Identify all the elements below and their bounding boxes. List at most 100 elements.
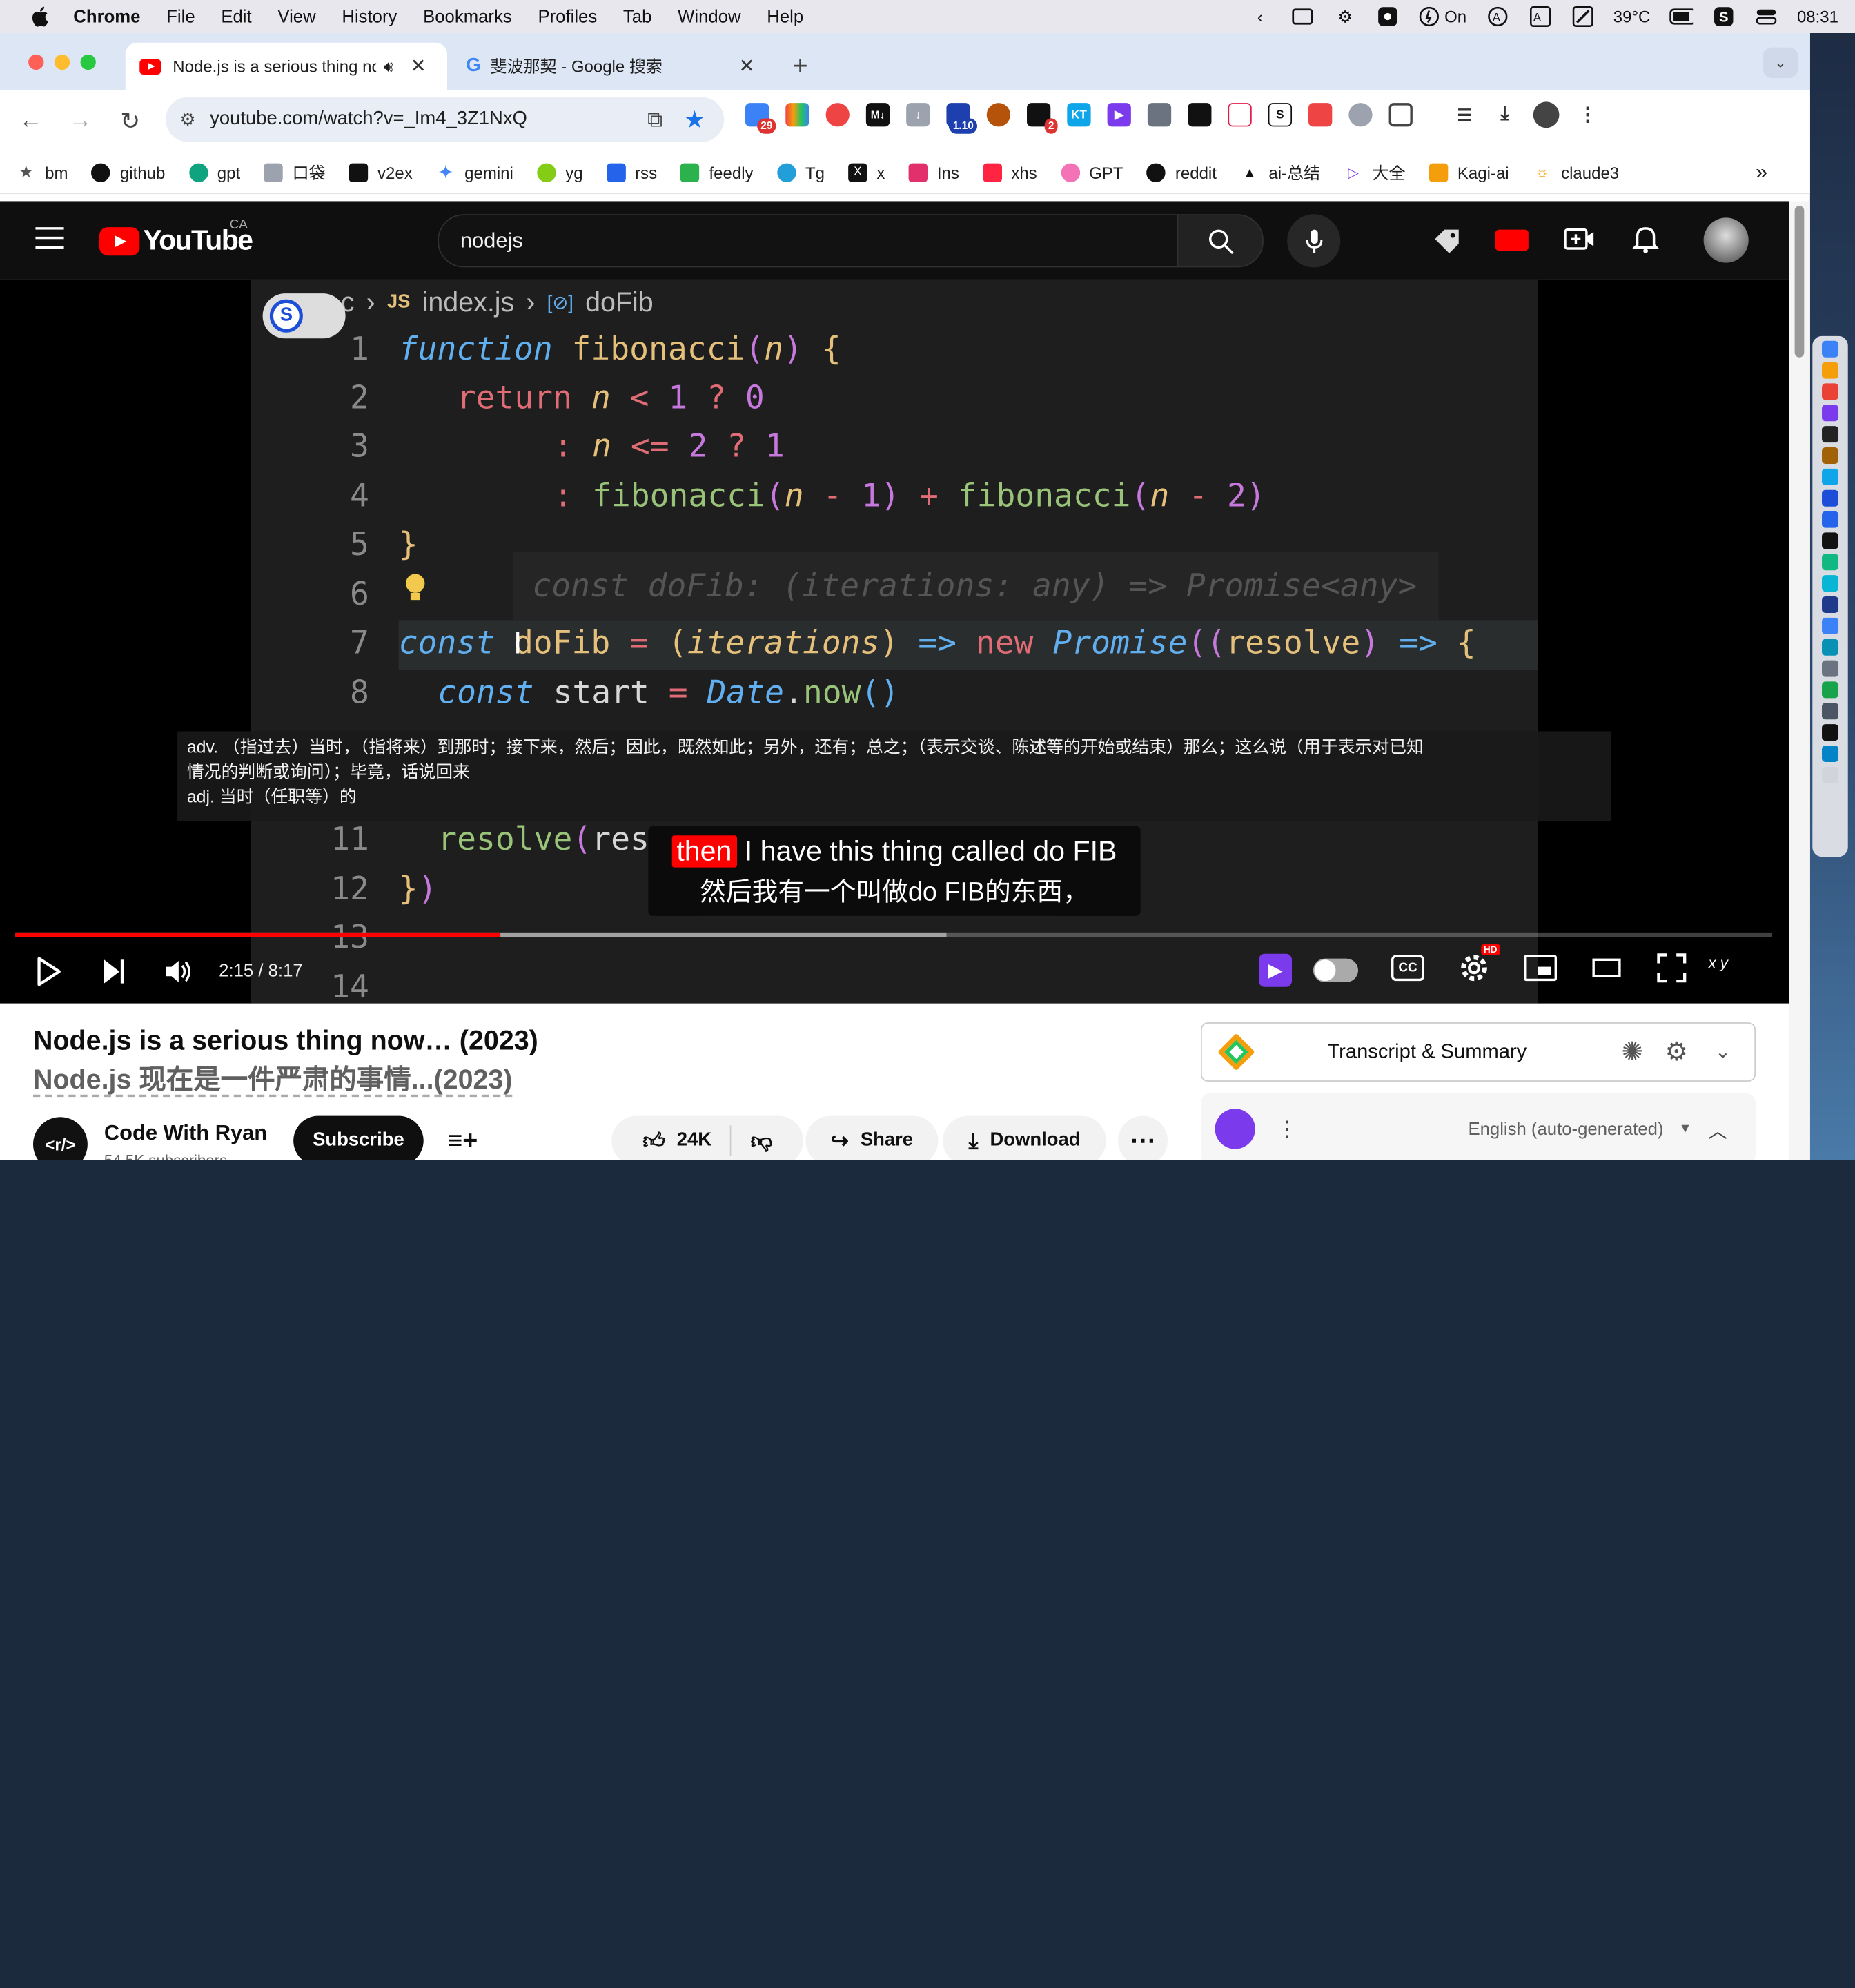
openai-logo-icon[interactable]: ✺	[1622, 1037, 1644, 1068]
bookmark-telegram[interactable]: Tg	[776, 162, 825, 182]
more-actions-icon[interactable]: ⋯	[1118, 1115, 1168, 1160]
dock-trash-icon[interactable]	[1822, 766, 1839, 783]
dock-app8-icon[interactable]	[1822, 660, 1839, 677]
reading-list-icon[interactable]: ☰	[1453, 103, 1477, 127]
install-app-icon[interactable]: ⧉	[647, 107, 662, 132]
hamburger-menu-icon[interactable]	[35, 227, 64, 249]
bookmark-rss[interactable]: rss	[606, 162, 657, 182]
bookmark-reddit[interactable]: reddit	[1146, 162, 1217, 182]
extension-icon[interactable]: 2	[1027, 103, 1058, 134]
dropdown-arrow-icon[interactable]: ▼	[1679, 1122, 1692, 1136]
play-button[interactable]	[35, 956, 61, 993]
gear-status-icon[interactable]: ⚙	[1333, 6, 1357, 28]
menu-bookmarks[interactable]: Bookmarks	[423, 6, 512, 26]
menu-help[interactable]: Help	[767, 6, 803, 26]
menu-edit[interactable]: Edit	[221, 6, 251, 26]
user-avatar[interactable]	[1703, 217, 1749, 263]
control-center-icon[interactable]	[1754, 6, 1778, 28]
download-extension-icon[interactable]: ↓	[906, 103, 930, 127]
back-button[interactable]: ←	[13, 103, 48, 138]
more-bookmarks-icon[interactable]: »	[1756, 159, 1767, 184]
bookmark-bm[interactable]: ★ bm	[17, 162, 68, 182]
forward-button[interactable]: →	[63, 103, 98, 138]
save-to-playlist-icon[interactable]: ≡+	[440, 1115, 485, 1160]
pause-extension-icon[interactable]	[1348, 103, 1373, 127]
thumbs-down-icon[interactable]: 👎︎	[751, 1128, 772, 1154]
cookie-extension-icon[interactable]	[986, 103, 1011, 127]
lightbulb-icon[interactable]	[404, 573, 426, 604]
extension-icon[interactable]	[1308, 103, 1333, 127]
dock-app2-icon[interactable]	[1822, 468, 1839, 485]
menu-window[interactable]: Window	[678, 6, 740, 26]
extension-icon[interactable]: 29	[745, 103, 776, 134]
bookmark-x[interactable]: Xx	[848, 162, 885, 182]
s-app-icon[interactable]: S	[1712, 6, 1736, 28]
fan-icon[interactable]	[1376, 6, 1400, 28]
bookmark-instagram[interactable]: Ins	[908, 162, 959, 182]
minimize-window-button[interactable]	[54, 54, 70, 70]
close-window-button[interactable]	[28, 54, 44, 70]
playback-speed-button[interactable]: x y	[1708, 954, 1728, 972]
expand-chevron-icon[interactable]: ⌄	[1715, 1040, 1731, 1064]
new-tab-button[interactable]: +	[793, 43, 808, 90]
chevron-left-icon[interactable]: ‹	[1248, 6, 1272, 28]
battery-icon[interactable]	[1669, 6, 1694, 28]
dock-app6-icon[interactable]	[1822, 596, 1839, 614]
focus-status[interactable]: On	[1419, 6, 1466, 28]
menu-history[interactable]: History	[342, 6, 397, 26]
extension-icon[interactable]	[785, 103, 809, 127]
channel-name[interactable]: Code With Ryan	[104, 1120, 267, 1145]
page-scrollbar[interactable]	[1789, 201, 1810, 1160]
miniplayer-button[interactable]	[1524, 955, 1558, 982]
download-button[interactable]: ⤓ Download	[943, 1115, 1106, 1160]
site-info-icon[interactable]: ⚙	[180, 109, 196, 130]
theater-mode-button[interactable]	[1592, 958, 1621, 978]
dock-app10-icon[interactable]	[1822, 703, 1839, 720]
dock-app5-icon[interactable]	[1822, 554, 1839, 571]
markdown-extension-icon[interactable]: M↓	[865, 103, 890, 127]
tag-icon[interactable]	[1431, 227, 1462, 253]
thumbs-up-icon[interactable]: 👍︎	[642, 1128, 665, 1154]
zoom-window-button[interactable]	[80, 54, 96, 70]
translate-icon[interactable]: A	[1486, 6, 1509, 28]
play-extension-icon[interactable]: ▶	[1107, 103, 1131, 127]
dock-app12-icon[interactable]	[1822, 746, 1839, 763]
dock-mail-icon[interactable]	[1822, 617, 1839, 634]
dock-app7-icon[interactable]	[1822, 639, 1839, 656]
bookmark-claude3[interactable]: ☼ claude3	[1533, 163, 1619, 182]
settings-icon[interactable]: ⚙	[1665, 1037, 1688, 1068]
menu-view[interactable]: View	[277, 6, 315, 26]
settings-gear-button[interactable]: HD	[1458, 944, 1500, 991]
pen-icon[interactable]	[1571, 6, 1594, 28]
puzzle-extensions-icon[interactable]	[1388, 103, 1413, 127]
tab-search-button[interactable]: ⌄	[1763, 47, 1798, 79]
transcript-summary-panel[interactable]: Transcript & Summary ✺ ⚙ ⌄	[1201, 1022, 1756, 1082]
share-button[interactable]: ↪ Share	[805, 1115, 939, 1160]
speaker-icon[interactable]: 🔊︎	[383, 56, 393, 76]
url-text[interactable]: youtube.com/watch?v=_Im4_3Z1NxQ	[210, 109, 527, 130]
cube-extension-icon[interactable]	[1188, 103, 1212, 127]
address-bar[interactable]: ⚙ youtube.com/watch?v=_Im4_3Z1NxQ ⧉ ★	[166, 97, 725, 142]
caption-highlight-word[interactable]: then	[671, 835, 737, 868]
bookmark-ai-summary[interactable]: ▲ ai-总结	[1240, 160, 1320, 184]
subscribe-button[interactable]: Subscribe	[293, 1115, 424, 1160]
menu-file[interactable]: File	[166, 6, 195, 26]
folder-extension-icon[interactable]	[1147, 103, 1172, 127]
channel-avatar[interactable]: <r/>	[33, 1117, 88, 1160]
bookmark-daquan[interactable]: ▷ 大全	[1344, 160, 1405, 184]
menu-tab[interactable]: Tab	[623, 6, 651, 26]
captions-button[interactable]: CC	[1391, 955, 1425, 982]
bookmark-kagi[interactable]: Kagi-ai	[1429, 162, 1509, 182]
like-count[interactable]: 24K	[677, 1130, 711, 1151]
dock-chrome-icon[interactable]	[1822, 383, 1839, 400]
profile-avatar[interactable]	[1533, 101, 1560, 128]
menu-profiles[interactable]: Profiles	[538, 6, 597, 26]
dock-launchpad-icon[interactable]	[1822, 362, 1839, 379]
tab-google-search[interactable]: G 斐波那契 - Google 搜索 ✕	[466, 43, 766, 90]
bookmark-gpt[interactable]: gpt	[188, 162, 240, 182]
bookmark-v2ex[interactable]: v2ex	[349, 162, 413, 182]
dock-terminal-icon[interactable]	[1822, 426, 1839, 443]
language-select[interactable]: English (auto-generated)	[1468, 1119, 1663, 1139]
bookmark-pocket[interactable]: 口袋	[264, 160, 326, 184]
progress-bar[interactable]	[15, 932, 1773, 937]
